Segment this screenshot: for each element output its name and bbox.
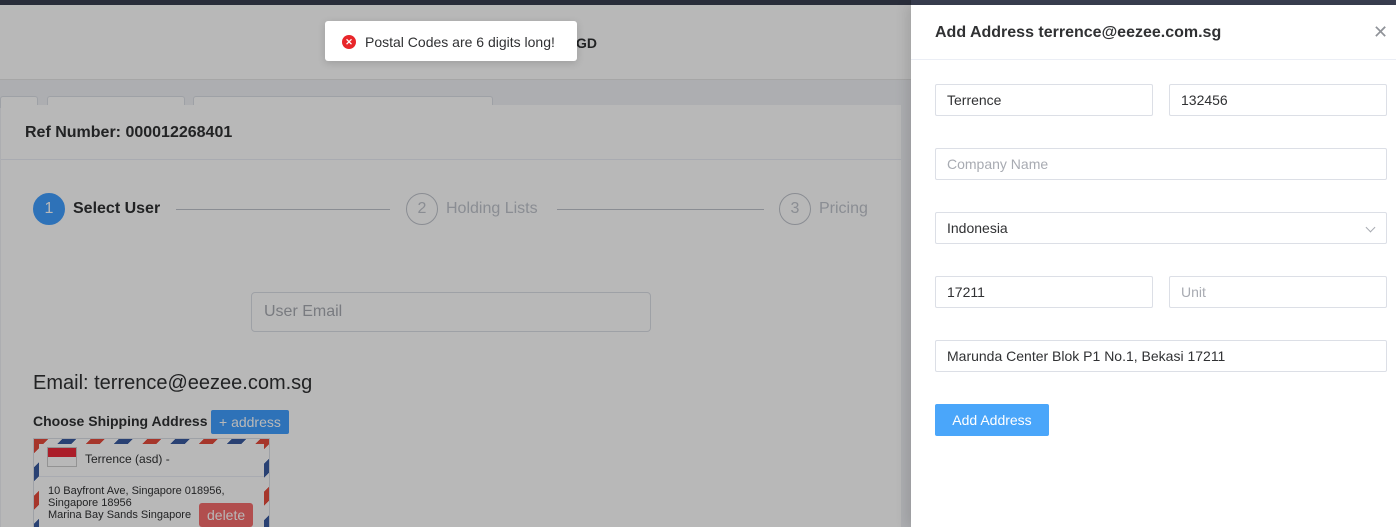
divider — [911, 59, 1396, 60]
company-name-field[interactable] — [935, 148, 1387, 180]
unit-field[interactable] — [1169, 276, 1387, 308]
drawer-title: Add Address terrence@eezee.com.sg — [935, 24, 1222, 41]
add-address-drawer: Add Address terrence@eezee.com.sg ✕ Indo… — [911, 5, 1396, 527]
country-selected-value: Indonesia — [947, 220, 1008, 236]
error-icon: ✕ — [342, 35, 356, 49]
chevron-down-icon — [1365, 222, 1376, 233]
street-address-field[interactable] — [935, 340, 1387, 372]
phone-field[interactable] — [1169, 84, 1387, 116]
close-icon[interactable]: ✕ — [1373, 21, 1388, 43]
add-address-submit-button[interactable]: Add Address — [935, 404, 1049, 436]
error-toast: ✕ Postal Codes are 6 digits long! — [325, 21, 577, 61]
toast-message: Postal Codes are 6 digits long! — [365, 34, 555, 50]
country-select[interactable]: Indonesia — [935, 212, 1387, 244]
postal-code-field[interactable] — [935, 276, 1153, 308]
modal-overlay[interactable] — [0, 0, 911, 527]
name-field[interactable] — [935, 84, 1153, 116]
